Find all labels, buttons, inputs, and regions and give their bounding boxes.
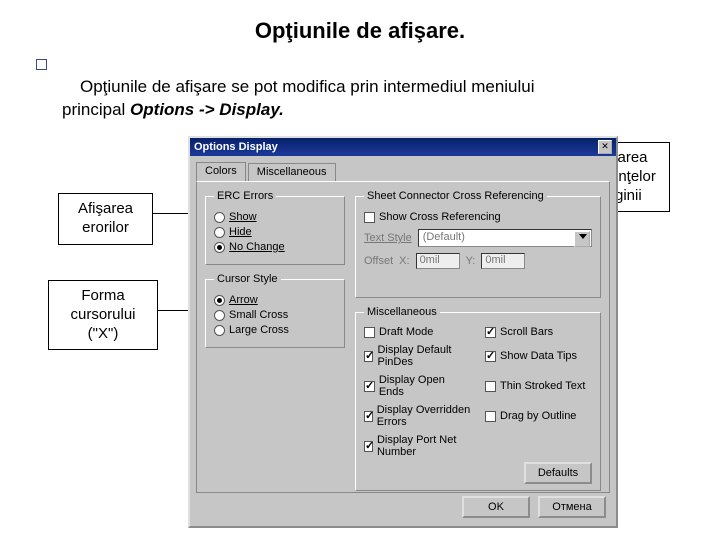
textstyle-combo[interactable]: (Default)	[418, 229, 592, 247]
offset-y-input[interactable]: 0mil	[481, 253, 525, 269]
radio-show[interactable]: Show	[214, 211, 336, 223]
check-draft-mode[interactable]: Draft Mode	[364, 326, 471, 338]
radio-small-cross[interactable]: Small Cross	[214, 309, 336, 321]
radio-large-cross[interactable]: Large Cross	[214, 324, 336, 336]
cancel-button[interactable]: Отмена	[538, 496, 606, 518]
tab-miscellaneous[interactable]: Miscellaneous	[248, 163, 336, 182]
defaults-button[interactable]: Defaults	[524, 462, 592, 484]
tab-panel: ERC Errors Show Hide No Change Cursor St…	[196, 181, 610, 493]
options-display-dialog: Options Display ✕ Colors Miscellaneous E…	[188, 136, 618, 528]
y-label: Y:	[466, 255, 476, 267]
x-label: X:	[399, 255, 409, 267]
dialog-title: Options Display	[194, 141, 278, 153]
cursor-style-group: Cursor Style Arrow Small Cross Large Cro…	[205, 273, 345, 348]
callout-errors: Afişarea erorilor	[58, 193, 153, 245]
page-title: Opţiunile de afişare.	[0, 18, 720, 44]
offset-x-input[interactable]: 0mil	[416, 253, 460, 269]
radio-arrow[interactable]: Arrow	[214, 294, 336, 306]
close-icon[interactable]: ✕	[598, 140, 612, 154]
textstyle-label: Text Style	[364, 232, 412, 244]
check-show-xref[interactable]: Show Cross Referencing	[364, 211, 592, 223]
cross-ref-group: Sheet Connector Cross Referencing Show C…	[355, 190, 601, 298]
xref-legend: Sheet Connector Cross Referencing	[364, 190, 547, 202]
check-default-pindes[interactable]: Display Default PinDes	[364, 344, 471, 368]
miscellaneous-group: Miscellaneous Draft Mode Scroll Bars Dis…	[355, 306, 601, 491]
erc-errors-group: ERC Errors Show Hide No Change	[205, 190, 345, 265]
ok-button[interactable]: OK	[462, 496, 530, 518]
check-drag-outline[interactable]: Drag by Outline	[485, 404, 592, 428]
radio-hide[interactable]: Hide	[214, 226, 336, 238]
cursor-legend: Cursor Style	[214, 273, 281, 285]
tab-colors[interactable]: Colors	[196, 162, 246, 181]
check-open-ends[interactable]: Display Open Ends	[364, 374, 471, 398]
check-port-net-number[interactable]: Display Port Net Number	[364, 434, 471, 458]
radio-nochange[interactable]: No Change	[214, 241, 336, 253]
check-overridden-errors[interactable]: Display Overridden Errors	[364, 404, 471, 428]
callout-cursor: Forma cursorului ("X")	[48, 280, 158, 350]
erc-legend: ERC Errors	[214, 190, 276, 202]
titlebar: Options Display ✕	[190, 138, 616, 156]
check-data-tips[interactable]: Show Data Tips	[485, 344, 592, 368]
bullet-icon	[36, 59, 47, 70]
intro-text: Opţiunile de afişare se pot modifica pri…	[62, 76, 672, 122]
offset-label: Offset	[364, 255, 393, 267]
chevron-down-icon	[579, 234, 587, 239]
misc-legend: Miscellaneous	[364, 306, 440, 318]
check-scroll-bars[interactable]: Scroll Bars	[485, 326, 592, 338]
check-thin-stroked[interactable]: Thin Stroked Text	[485, 374, 592, 398]
